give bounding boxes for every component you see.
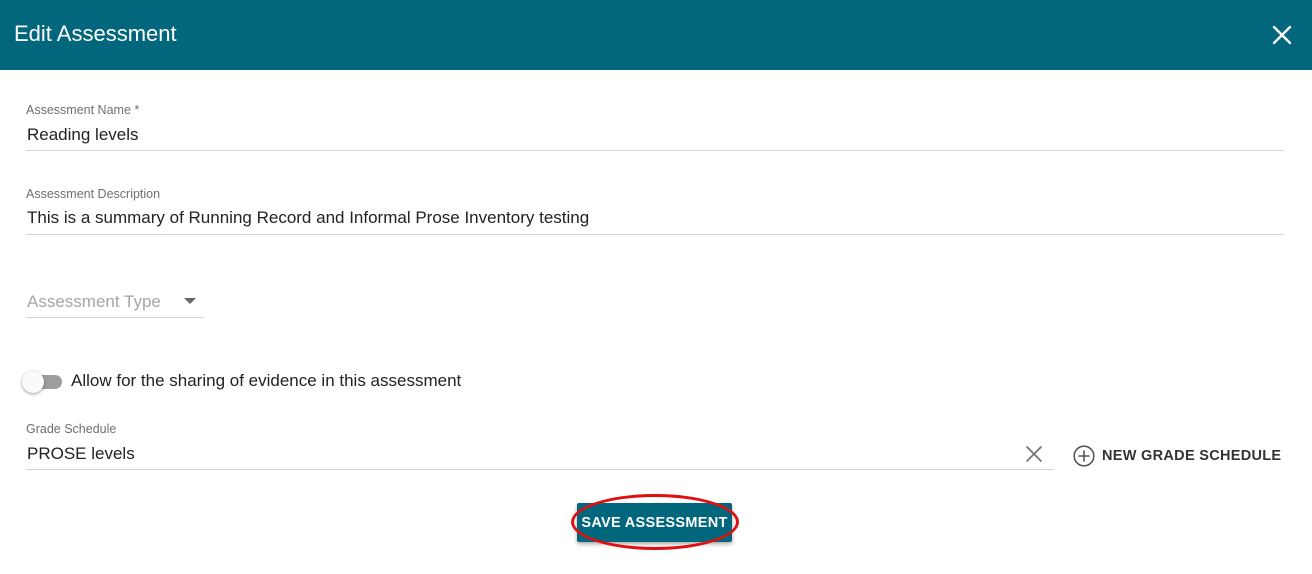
assessment-description-label: Assessment Description xyxy=(26,187,161,201)
sharing-toggle-label: Allow for the sharing of evidence in thi… xyxy=(71,371,462,390)
assessment-name-input[interactable]: Reading levels xyxy=(27,124,139,146)
assessment-type-placeholder: Assessment Type xyxy=(27,292,161,311)
assessment-name-underline xyxy=(26,150,1284,151)
assessment-description-input[interactable]: This is a summary of Running Record and … xyxy=(27,207,589,229)
new-grade-schedule-label: NEW GRADE SCHEDULE xyxy=(1102,448,1282,464)
chevron-down-icon[interactable] xyxy=(184,298,196,304)
clear-icon[interactable] xyxy=(1024,444,1044,464)
toggle-thumb[interactable] xyxy=(22,371,44,393)
assessment-description-underline xyxy=(26,234,1284,235)
grade-schedule-label: Grade Schedule xyxy=(26,422,117,436)
dialog-header: Edit Assessment xyxy=(0,0,1312,70)
assessment-type-underline xyxy=(26,317,204,318)
sharing-toggle[interactable] xyxy=(22,371,62,393)
save-assessment-button[interactable]: SAVE ASSESSMENT xyxy=(577,503,732,542)
grade-schedule-underline xyxy=(26,469,1054,470)
grade-schedule-input[interactable]: PROSE levels xyxy=(27,443,135,465)
assessment-name-label: Assessment Name * xyxy=(26,103,140,117)
close-icon[interactable] xyxy=(1268,21,1296,49)
dialog-title: Edit Assessment xyxy=(14,21,177,46)
new-grade-schedule-button[interactable]: NEW GRADE SCHEDULE xyxy=(1073,444,1281,468)
add-circle-icon xyxy=(1073,445,1095,467)
